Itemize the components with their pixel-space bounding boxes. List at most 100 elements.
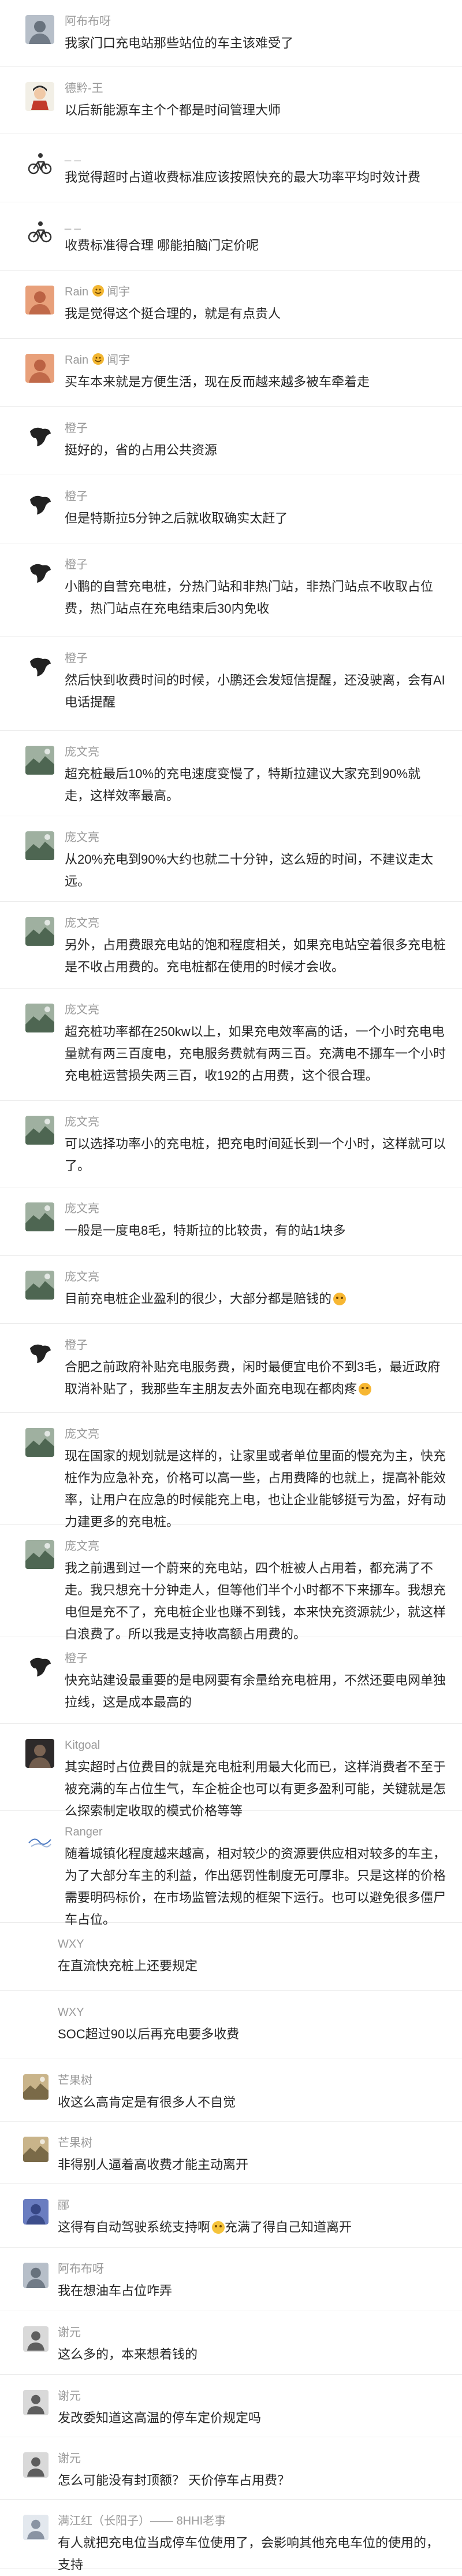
comment-author[interactable]: 谢元 xyxy=(58,2451,81,2466)
comment-author[interactable]: 满江红（长阳子）—— 8HHI老事 xyxy=(58,2514,226,2529)
comment-author[interactable]: 谢元 xyxy=(58,2389,81,2404)
comment-author[interactable]: 庞文亮 xyxy=(65,1201,99,1216)
comment-author[interactable]: Rain 闻宇 xyxy=(65,353,130,369)
comment-author[interactable]: 橙子 xyxy=(65,489,88,504)
author-name[interactable]: Ranger xyxy=(65,1826,103,1838)
avatar-landscape-icon[interactable] xyxy=(25,1004,54,1032)
comment-author[interactable]: WXY xyxy=(58,1937,84,1952)
comment-author[interactable]: 橙子 xyxy=(65,1338,88,1353)
author-name[interactable]: 庞文亮 xyxy=(65,1428,99,1441)
avatar-landscape-icon[interactable] xyxy=(25,1202,54,1231)
comment-author[interactable]: 芒果树 xyxy=(58,2135,92,2151)
author-name[interactable]: 谢元 xyxy=(58,2326,81,2339)
author-name[interactable]: WXY xyxy=(58,2006,84,2019)
avatar-photo-icon[interactable] xyxy=(25,15,54,44)
comment-author[interactable]: 庞文亮 xyxy=(65,1539,99,1554)
author-name[interactable]: 橙子 xyxy=(65,422,88,435)
avatar-photo-icon[interactable] xyxy=(25,1739,54,1768)
comment-author[interactable]: 橙子 xyxy=(65,421,88,436)
author-name[interactable]: 阿布布呀 xyxy=(65,15,111,28)
author-name[interactable]: 芒果树 xyxy=(58,2074,92,2087)
avatar-person-icon[interactable] xyxy=(23,2326,49,2352)
comment-author[interactable]: 阿布布呀 xyxy=(58,2262,104,2277)
comment-author[interactable]: Rain 闻宇 xyxy=(65,284,130,301)
comment-author[interactable]: WXY xyxy=(58,2005,84,2020)
author-name[interactable]: 庞文亮 xyxy=(65,1271,99,1283)
author-name[interactable]: 橙子 xyxy=(65,652,88,665)
author-name[interactable]: Rain xyxy=(65,354,88,367)
avatar-bicycle-icon[interactable] xyxy=(25,149,54,178)
comment-author[interactable]: 阿布布呀 xyxy=(65,14,111,29)
comment-author[interactable]: 郦 xyxy=(58,2198,69,2213)
avatar-person-icon[interactable] xyxy=(23,2390,49,2415)
avatar-person-icon[interactable] xyxy=(23,2515,49,2540)
comment-author[interactable]: 芒果树 xyxy=(58,2073,92,2088)
avatar-bicycle-icon[interactable] xyxy=(25,217,54,246)
author-name[interactable]: 庞文亮 xyxy=(65,1004,99,1016)
author-name[interactable]: _ _ xyxy=(65,217,81,230)
avatar-photo-icon[interactable] xyxy=(23,2199,49,2225)
avatar-photo-icon[interactable] xyxy=(25,354,54,383)
author-name[interactable]: 庞文亮 xyxy=(65,1116,99,1128)
comment-author[interactable]: 庞文亮 xyxy=(65,916,99,931)
comment-author[interactable]: 庞文亮 xyxy=(65,1115,99,1130)
comment-author[interactable]: 庞文亮 xyxy=(65,830,99,845)
avatar-landscape-icon[interactable] xyxy=(25,746,54,775)
avatar-landscape-icon[interactable] xyxy=(25,831,54,860)
author-name[interactable]: 橙子 xyxy=(65,558,88,571)
author-name[interactable]: Kitgoal xyxy=(65,1739,100,1752)
author-name[interactable]: 庞文亮 xyxy=(65,1202,99,1215)
comment-author[interactable]: Ranger xyxy=(65,1824,103,1840)
comment-author[interactable]: 庞文亮 xyxy=(65,1002,99,1017)
author-name[interactable]: 谢元 xyxy=(58,2390,81,2403)
avatar-line-icon[interactable] xyxy=(25,1826,54,1855)
author-name[interactable]: 橙子 xyxy=(65,1339,88,1352)
author-name[interactable]: 庞文亮 xyxy=(65,831,99,844)
author-name[interactable]: 郦 xyxy=(58,2199,69,2212)
comment-author[interactable]: Kitgoal xyxy=(65,1738,100,1753)
avatar-person-icon[interactable] xyxy=(23,2452,49,2478)
avatar-landscape-icon[interactable] xyxy=(25,917,54,946)
comment-author[interactable]: 庞文亮 xyxy=(65,1427,99,1442)
author-name[interactable]: 阿布布呀 xyxy=(58,2263,104,2275)
comment-author[interactable]: 庞文亮 xyxy=(65,745,99,760)
comment-text: 目前充电桩企业盈利的很少，大部分都是赔钱的 xyxy=(65,1288,446,1310)
author-name[interactable]: 谢元 xyxy=(58,2452,81,2465)
comment-author[interactable]: 德黔-王 xyxy=(65,81,103,96)
avatar-silhouette-icon[interactable] xyxy=(25,652,54,681)
avatar-silhouette-icon[interactable] xyxy=(25,490,54,519)
author-name[interactable]: WXY xyxy=(58,1938,84,1950)
comment-author[interactable]: _ _ xyxy=(65,216,81,231)
avatar-landscape-icon[interactable] xyxy=(23,2137,49,2162)
avatar-landscape-icon[interactable] xyxy=(25,1428,54,1457)
author-name[interactable]: 橙子 xyxy=(65,490,88,503)
comment-author[interactable]: 橙子 xyxy=(65,1651,88,1666)
author-name[interactable]: 满江红（长阳子）—— 8HHI老事 xyxy=(58,2515,226,2527)
comment-author[interactable]: 橙子 xyxy=(65,557,88,572)
avatar-landscape-icon[interactable] xyxy=(23,2074,49,2100)
comment-author[interactable]: 谢元 xyxy=(58,2325,81,2340)
comment-text-content: 可以选择功率小的充电桩，把充电时间延长到一个小时，这样就可以了。 xyxy=(65,1137,446,1173)
avatar-character-icon[interactable] xyxy=(25,82,54,111)
author-name[interactable]: 庞文亮 xyxy=(65,917,99,930)
avatar-silhouette-icon[interactable] xyxy=(25,558,54,587)
author-name[interactable]: Rain xyxy=(65,286,88,298)
avatar-landscape-icon[interactable] xyxy=(25,1116,54,1145)
avatar-photo-icon[interactable] xyxy=(25,286,54,314)
avatar-photo-icon[interactable] xyxy=(23,2263,49,2288)
comment-author[interactable]: 橙子 xyxy=(65,651,88,666)
avatar-silhouette-icon[interactable] xyxy=(25,422,54,451)
comment-item: _ _ 我觉得超时占道收费标准应该按照快充的最大功率平均时效计费 xyxy=(0,134,462,202)
author-name[interactable]: _ _ xyxy=(65,149,81,162)
avatar-landscape-icon[interactable] xyxy=(25,1271,54,1300)
author-name[interactable]: 芒果树 xyxy=(58,2137,92,2149)
avatar-landscape-icon[interactable] xyxy=(25,1540,54,1569)
author-name[interactable]: 橙子 xyxy=(65,1652,88,1665)
author-name[interactable]: 庞文亮 xyxy=(65,1540,99,1553)
author-name[interactable]: 庞文亮 xyxy=(65,746,99,758)
avatar-silhouette-icon[interactable] xyxy=(25,1339,54,1368)
comment-author[interactable]: _ _ xyxy=(65,148,81,163)
author-name[interactable]: 德黔-王 xyxy=(65,82,103,95)
comment-author[interactable]: 庞文亮 xyxy=(65,1270,99,1285)
avatar-silhouette-icon[interactable] xyxy=(25,1652,54,1681)
